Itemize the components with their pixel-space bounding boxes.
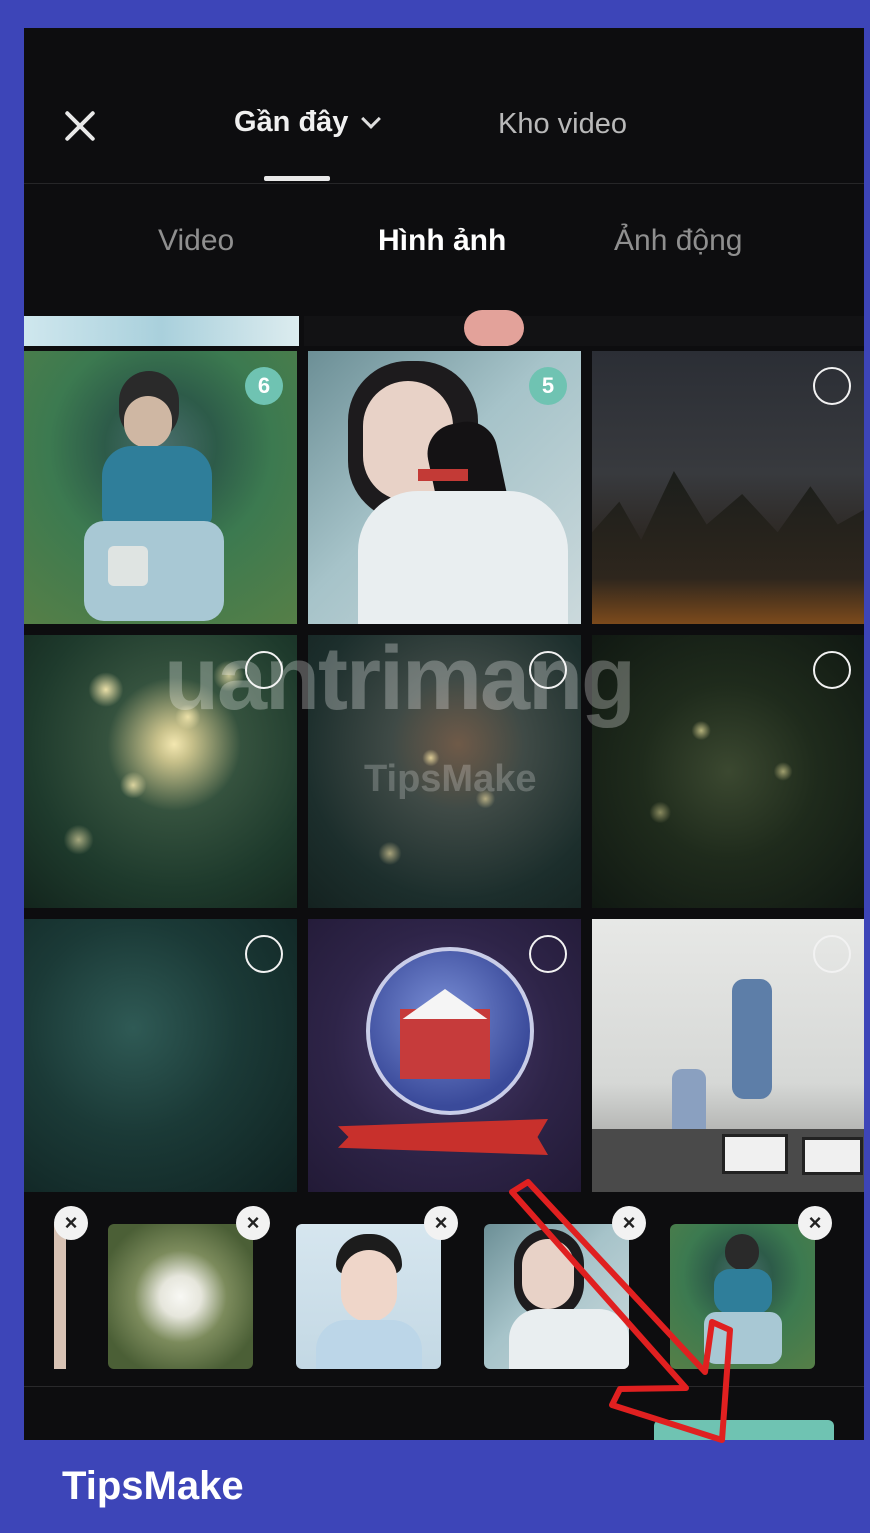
- subtab-gif[interactable]: Ảnh động: [614, 224, 742, 258]
- select-circle[interactable]: [813, 367, 851, 405]
- remove-icon[interactable]: ×: [612, 1206, 646, 1240]
- watermark-small: TipsMake: [364, 758, 537, 800]
- media-tile-portrait-woman[interactable]: 5: [308, 351, 581, 624]
- next-button[interactable]: [654, 1420, 834, 1440]
- partial-thumb-row: [24, 310, 864, 346]
- remove-icon[interactable]: ×: [798, 1206, 832, 1240]
- tab-stock-video[interactable]: Kho video: [498, 108, 627, 141]
- select-circle[interactable]: [529, 935, 567, 973]
- tab-recent-label: Gần đây: [234, 106, 349, 138]
- media-tile-night-forest[interactable]: [592, 351, 864, 624]
- tab-recent[interactable]: Gần đây: [234, 106, 382, 139]
- divider: [24, 1386, 864, 1387]
- watermark: uantrimang: [164, 629, 636, 729]
- media-tile-office-decorating[interactable]: [592, 919, 864, 1192]
- media-tile-pine-branches[interactable]: [24, 919, 297, 1192]
- remove-icon[interactable]: ×: [236, 1206, 270, 1240]
- selected-thumb-man-portrait[interactable]: [296, 1224, 441, 1369]
- selected-thumb-portrait-woman[interactable]: [484, 1224, 629, 1369]
- subtab-image[interactable]: Hình ảnh: [378, 224, 506, 258]
- selected-thumb-girl-grass[interactable]: [670, 1224, 815, 1369]
- media-type-tabs: Video Hình ảnh Ảnh động: [24, 224, 864, 274]
- brand-logo: TipsMake: [62, 1464, 244, 1508]
- remove-icon[interactable]: ×: [424, 1206, 458, 1240]
- media-tile-merry-christmas[interactable]: [308, 919, 581, 1192]
- top-bar: Gần đây Kho video: [24, 28, 864, 181]
- media-tile-girl-grass[interactable]: 6: [24, 351, 297, 624]
- divider: [24, 183, 864, 184]
- remove-icon[interactable]: ×: [54, 1206, 88, 1240]
- subtab-video[interactable]: Video: [158, 224, 234, 258]
- select-circle[interactable]: [245, 935, 283, 973]
- active-tab-indicator: [264, 176, 330, 181]
- close-icon[interactable]: [60, 106, 100, 146]
- selection-order-badge[interactable]: 6: [245, 367, 283, 405]
- select-circle[interactable]: [813, 935, 851, 973]
- selected-thumb-flower[interactable]: [108, 1224, 253, 1369]
- selected-thumb-partial[interactable]: [54, 1224, 66, 1369]
- app-screen: Gần đây Kho video Video Hình ảnh Ảnh độn…: [24, 28, 864, 1440]
- chevron-down-icon: [361, 108, 382, 129]
- selection-order-badge[interactable]: 5: [529, 367, 567, 405]
- select-circle[interactable]: [813, 651, 851, 689]
- selected-media-tray: × × × × ×: [24, 1196, 864, 1386]
